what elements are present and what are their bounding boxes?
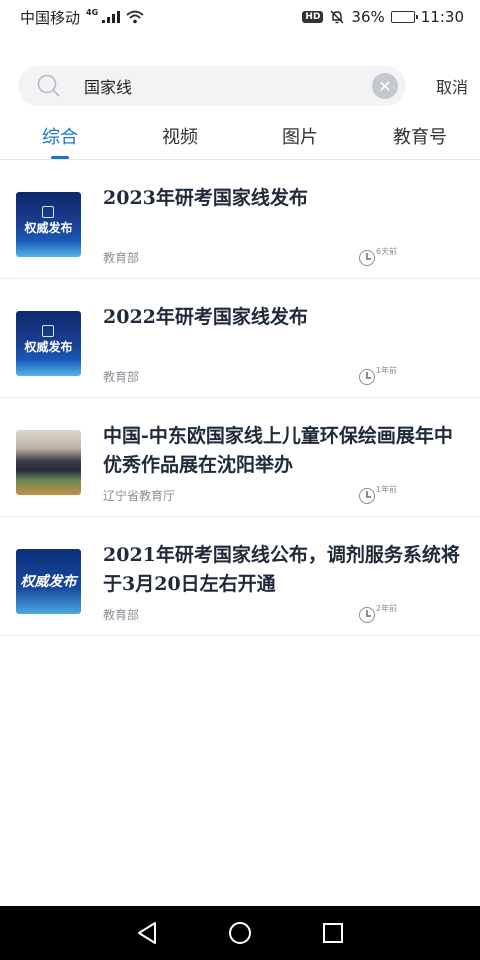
news-title[interactable]: 2022年研考国家线发布 [103,303,463,332]
news-thumbnail: 权威发布 [16,549,81,614]
status-left: 中国移动 4G [20,7,144,28]
battery-icon [390,11,418,23]
carrier-name: 中国移动 [20,8,81,27]
news-thumbnail-photo [16,430,81,495]
tab-label: 教育号 [393,126,447,148]
news-source: 辽宁省教育厅 [103,489,176,503]
thumbnail-text: 权威发布 [24,340,73,354]
news-time: 2年前 [359,603,397,623]
wifi-icon [126,10,144,24]
news-time-text: 1年前 [376,485,398,494]
search-query[interactable]: 国家线 [84,74,372,98]
clock-icon [359,488,375,504]
news-thumbnail: 权威发布 [16,311,81,376]
tab-education-accounts[interactable]: 教育号 [360,112,480,159]
search-row: 国家线 ✕ 取消 [18,66,468,106]
news-time: 1年前 [359,365,397,385]
home-button[interactable] [228,921,252,945]
clock-icon [359,250,375,266]
clear-search-button[interactable]: ✕ [372,73,398,99]
clock-icon [359,607,375,623]
tab-comprehensive[interactable]: 综合 [0,112,120,159]
clock-icon [359,369,375,385]
back-button[interactable] [135,921,159,945]
back-triangle-icon [137,922,156,944]
news-time: 6天前 [359,246,397,266]
news-source: 教育部 [103,608,140,622]
news-item[interactable]: 中国-中东欧国家线上儿童环保绘画展年中优秀作品展在沈阳举办 辽宁省教育厅 1年前 [0,398,480,517]
battery-percent: 36% [351,8,385,26]
news-time-text: 2年前 [376,604,398,613]
thumbnail-text: 权威发布 [24,221,73,235]
signal-icon [102,11,121,23]
news-item[interactable]: 权威发布 2023年研考国家线发布 教育部 6天前 [0,160,480,279]
news-title[interactable]: 2021年研考国家线公布，调剂服务系统将于3月20日左右开通 [103,541,463,599]
home-circle-icon [228,922,251,944]
news-title[interactable]: 中国-中东欧国家线上儿童环保绘画展年中优秀作品展在沈阳举办 [103,422,463,480]
tab-bar: 综合 视频 图片 教育号 [0,112,480,160]
tab-label: 视频 [162,126,198,148]
tab-label: 图片 [282,126,318,148]
news-list: 权威发布 2023年研考国家线发布 教育部 6天前 权威发布 2022年研考国家… [0,160,480,636]
search-input[interactable]: 国家线 ✕ [18,66,406,106]
recents-button[interactable] [321,921,345,945]
news-item[interactable]: 权威发布 2022年研考国家线发布 教育部 1年前 [0,279,480,398]
recents-square-icon [323,923,344,943]
ministry-logo-icon [42,206,54,218]
news-time: 1年前 [359,484,397,504]
tab-active-indicator [51,156,69,159]
news-item[interactable]: 权威发布 2021年研考国家线公布，调剂服务系统将于3月20日左右开通 教育部 … [0,517,480,636]
news-thumbnail: 权威发布 [16,192,81,257]
navigation-bar [0,906,480,960]
tab-images[interactable]: 图片 [240,112,360,159]
tab-label: 综合 [42,126,78,148]
status-bar: 中国移动 4G HD 36% 11:30 [0,0,480,34]
search-icon [37,74,60,97]
news-time-text: 1年前 [376,366,398,375]
status-right: HD 36% 11:30 [302,8,464,26]
tab-video[interactable]: 视频 [120,112,240,159]
news-time-text: 6天前 [376,247,398,256]
thumbnail-text: 权威发布 [20,574,77,590]
news-source: 教育部 [103,370,140,384]
mute-bell-icon [330,10,344,24]
cancel-button[interactable]: 取消 [436,74,468,98]
close-icon: ✕ [378,76,392,96]
news-title[interactable]: 2023年研考国家线发布 [103,184,463,213]
hd-badge: HD [302,11,324,23]
news-source: 教育部 [103,251,140,265]
clock: 11:30 [420,8,464,26]
ministry-logo-icon [42,325,54,337]
network-type: 4G [86,7,99,17]
